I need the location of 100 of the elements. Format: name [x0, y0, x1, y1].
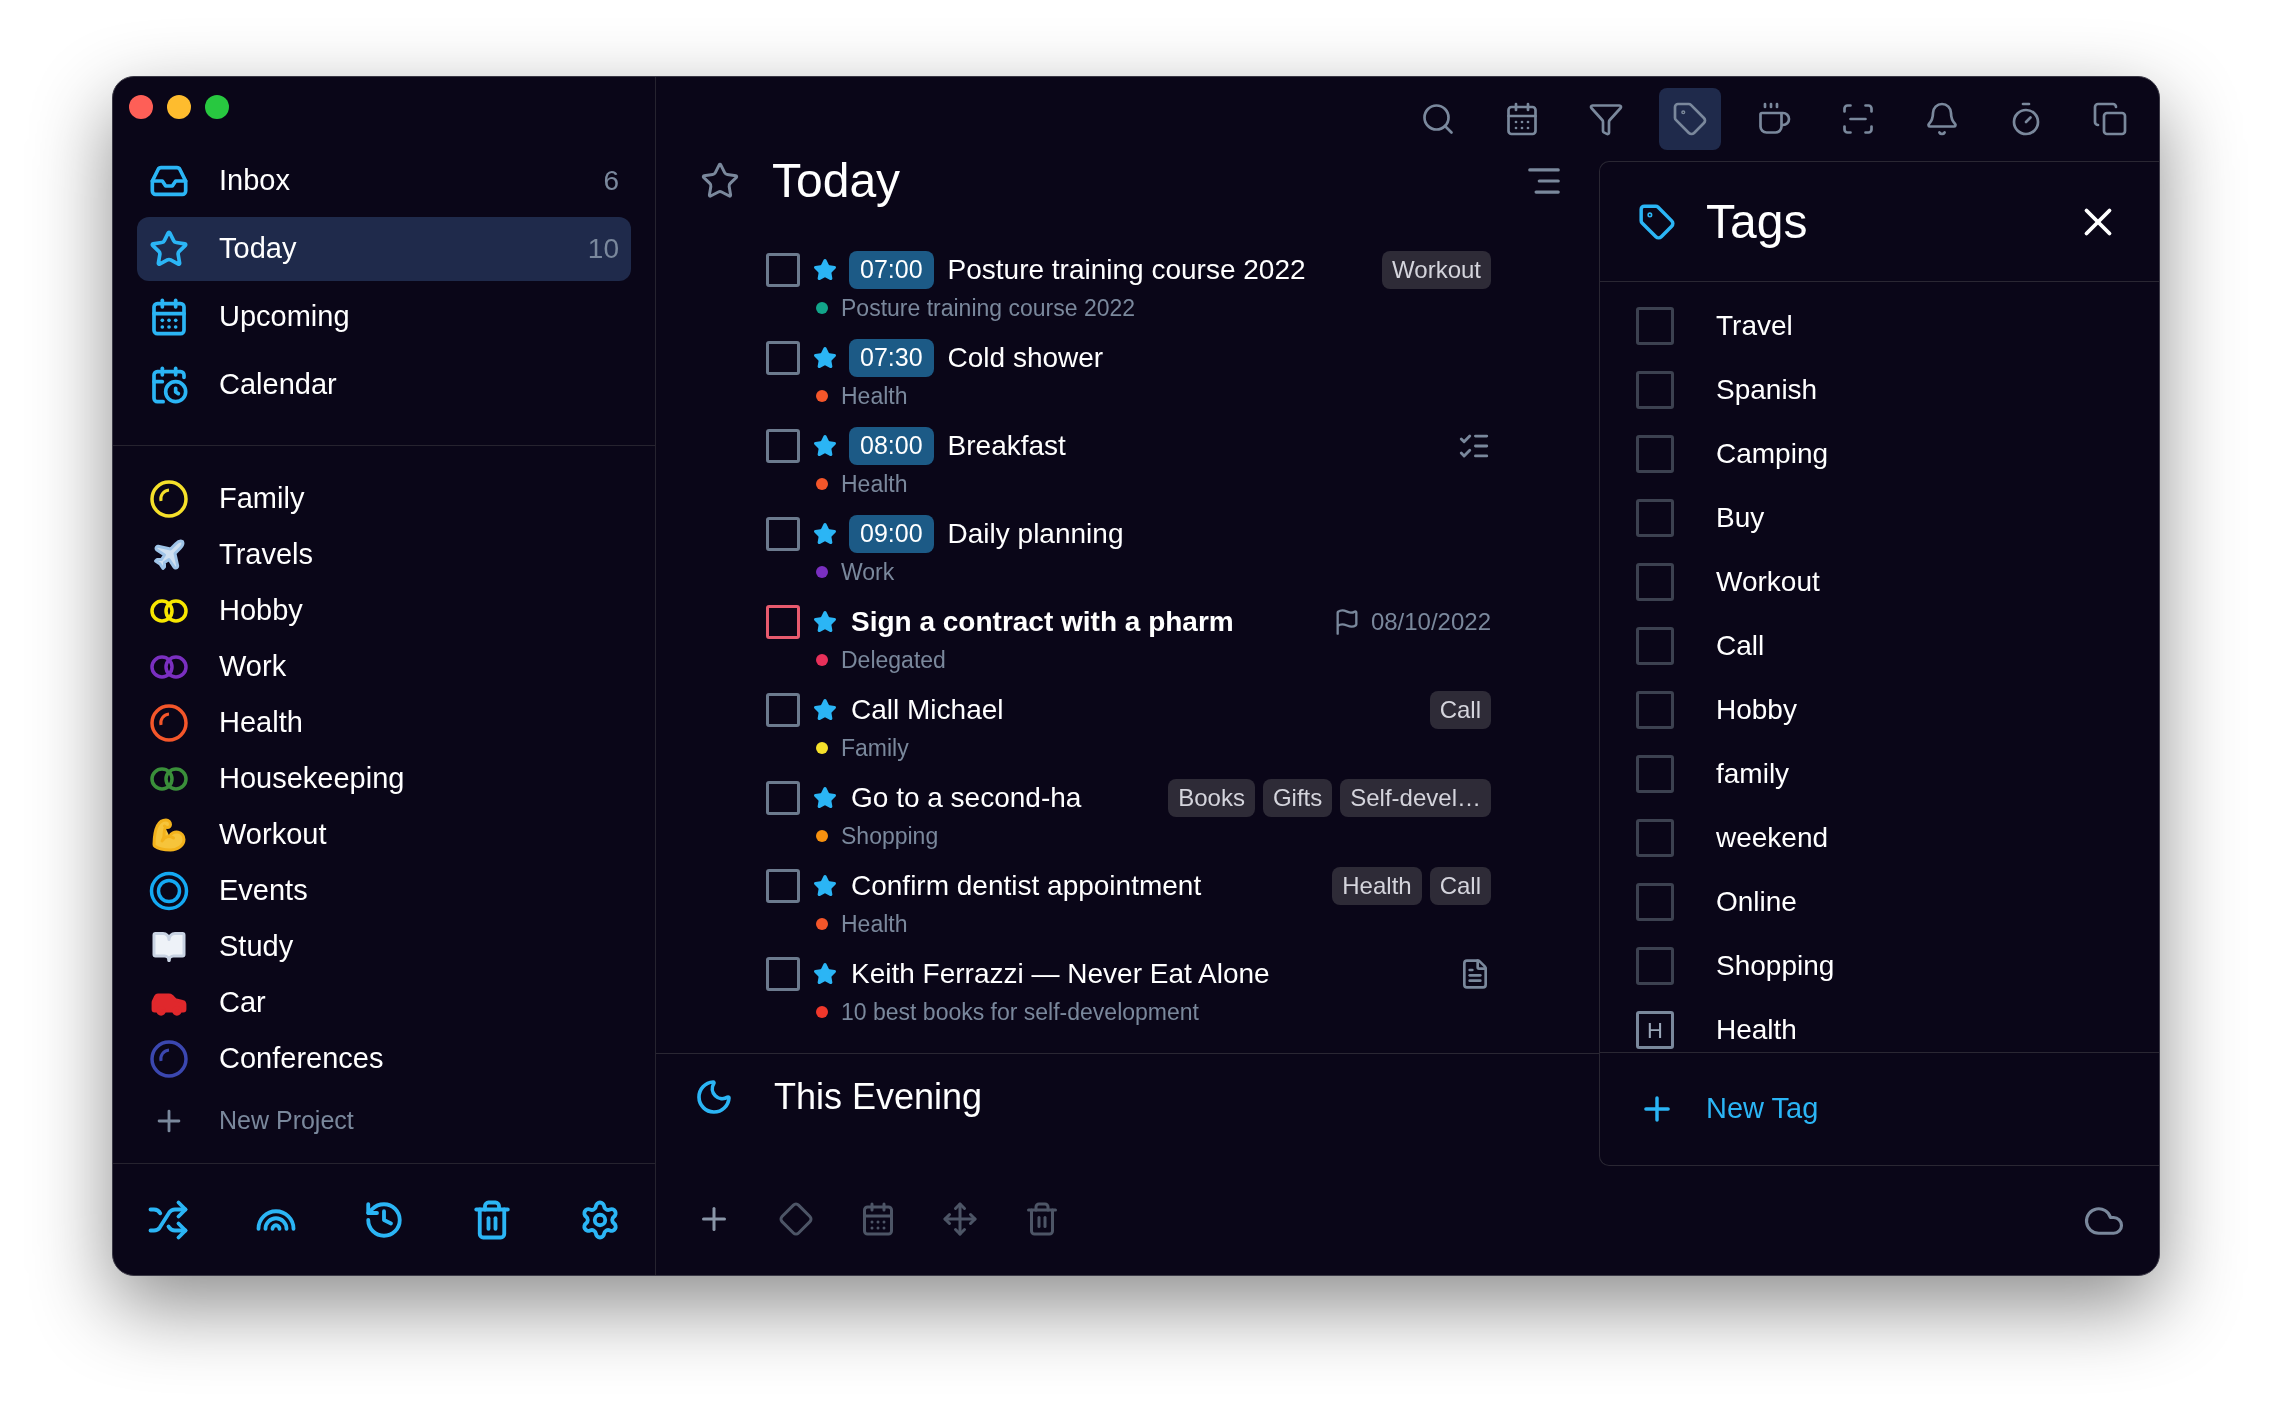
flexed-arm-icon [151, 817, 187, 853]
due-date: 08/10/2022 [1370, 607, 1491, 637]
tag-list-item[interactable]: Online [1636, 870, 2123, 934]
close-window-button[interactable] [129, 95, 153, 119]
time-badge: 07:30 [849, 339, 934, 377]
task-checkbox[interactable] [766, 869, 800, 903]
project-item[interactable]: Housekeeping [149, 751, 619, 807]
calendar-icon[interactable] [860, 1201, 896, 1237]
star-icon[interactable] [813, 786, 837, 810]
task-row[interactable]: 08:00 Breakfast Health [766, 417, 1491, 505]
tag-list-item[interactable]: Spanish [1636, 358, 2123, 422]
sidebar-item[interactable]: Inbox 6 [137, 149, 631, 213]
tag-list-item[interactable]: family [1636, 742, 2123, 806]
tag-checkbox[interactable] [1636, 819, 1674, 857]
tag-list-item[interactable]: Call [1636, 614, 2123, 678]
letter-badge: H [1636, 1011, 1674, 1049]
task-row[interactable]: 07:30 Cold shower Health [766, 329, 1491, 417]
bell-icon [1924, 101, 1960, 137]
tag-list-item[interactable]: Travel [1636, 294, 2123, 358]
star-icon[interactable] [813, 346, 837, 370]
project-item[interactable]: Workout [149, 807, 619, 863]
task-title: Keith Ferrazzi — Never Eat Alone [851, 957, 1271, 991]
tag-chip[interactable]: Call [1429, 867, 1491, 905]
tag-chip[interactable]: Self-devel… [1340, 779, 1491, 817]
task-project: Work [841, 557, 895, 587]
tag-checkbox[interactable] [1636, 691, 1674, 729]
project-label: Travels [219, 537, 313, 573]
tag-list-item[interactable]: weekend [1636, 806, 2123, 870]
tag-chip[interactable]: Books [1168, 779, 1255, 817]
task-row[interactable]: Confirm dentist appointment Health Call Health [766, 857, 1491, 945]
task-checkbox[interactable] [766, 517, 800, 551]
diamond-icon[interactable] [778, 1201, 814, 1237]
project-item[interactable]: Study [149, 919, 619, 975]
tag-list-item[interactable]: H Health [1636, 998, 2123, 1052]
project-item[interactable]: Travels [149, 527, 619, 583]
project-label: Car [219, 985, 266, 1021]
tag-chip[interactable]: Workout [1382, 251, 1491, 289]
star-icon[interactable] [813, 258, 837, 282]
minimize-window-button[interactable] [167, 95, 191, 119]
task-checkbox[interactable] [766, 605, 800, 639]
tag-checkbox[interactable] [1636, 435, 1674, 473]
task-checkbox[interactable] [766, 341, 800, 375]
task-title: Posture training course 2022 [947, 253, 1307, 287]
tag-list-item[interactable]: Workout [1636, 550, 2123, 614]
project-item[interactable]: Work [149, 639, 619, 695]
task-checkbox[interactable] [766, 957, 800, 991]
task-row[interactable]: Sign a contract with a pharm 08/10/2022 Delegated [766, 593, 1491, 681]
task-row[interactable]: Call Michael Call Family [766, 681, 1491, 769]
tag-chip[interactable]: Call [1429, 691, 1491, 729]
shuffle-icon[interactable] [147, 1198, 189, 1241]
tag-checkbox[interactable] [1636, 371, 1674, 409]
task-row[interactable]: Keith Ferrazzi — Never Eat Alone 10 best books for self-development [766, 945, 1491, 1033]
tag-chip[interactable]: Gifts [1262, 779, 1333, 817]
sidebar-item[interactable]: Calendar [137, 353, 631, 417]
tag-list-item[interactable]: Hobby [1636, 678, 2123, 742]
star-icon[interactable] [813, 874, 837, 898]
task-checkbox[interactable] [766, 253, 800, 287]
tag-label: Travel [1716, 309, 1793, 343]
task-row[interactable]: 07:00 Posture training course 2022 Workout Posture training course 2022 [766, 241, 1491, 329]
new-tag-button[interactable]: New Tag [1638, 1087, 1819, 1131]
copy-icon [2092, 101, 2128, 137]
tag-chip[interactable]: Health [1332, 867, 1422, 905]
tag-list-item[interactable]: Camping [1636, 422, 2123, 486]
task-checkbox[interactable] [766, 781, 800, 815]
settings-icon[interactable] [579, 1198, 621, 1241]
task-checkbox[interactable] [766, 429, 800, 463]
zoom-window-button[interactable] [205, 95, 229, 119]
project-item[interactable]: Car [149, 975, 619, 1031]
project-item[interactable]: Conferences [149, 1031, 619, 1087]
tag-checkbox[interactable] [1636, 307, 1674, 345]
sidebar-label: Upcoming [219, 299, 351, 335]
tag-label: Hobby [1716, 693, 1797, 727]
tag-list-item[interactable]: Buy [1636, 486, 2123, 550]
tag-checkbox[interactable] [1636, 627, 1674, 665]
star-icon[interactable] [813, 698, 837, 722]
new-project-button[interactable]: New Project [149, 1093, 619, 1149]
tag-checkbox[interactable] [1636, 755, 1674, 793]
tag-checkbox[interactable] [1636, 499, 1674, 537]
sidebar-item[interactable]: Today 10 [137, 217, 631, 281]
star-icon[interactable] [813, 610, 837, 634]
task-title: Daily planning [947, 517, 1125, 551]
tag-checkbox[interactable] [1636, 563, 1674, 601]
star-icon[interactable] [813, 962, 837, 986]
tag-checkbox[interactable] [1636, 947, 1674, 985]
tag-list-item[interactable]: Shopping [1636, 934, 2123, 998]
project-item[interactable]: Family [149, 471, 619, 527]
trash-icon[interactable] [471, 1198, 513, 1241]
task-row[interactable]: 09:00 Daily planning Work [766, 505, 1491, 593]
project-item[interactable]: Hobby [149, 583, 619, 639]
project-label: Work [219, 649, 287, 685]
task-checkbox[interactable] [766, 693, 800, 727]
star-icon[interactable] [813, 522, 837, 546]
move-arrows-icon[interactable] [942, 1201, 978, 1237]
tag-checkbox[interactable] [1636, 883, 1674, 921]
toolbar-button[interactable] [1659, 88, 1721, 150]
sidebar-item[interactable]: Upcoming [137, 285, 631, 349]
star-icon[interactable] [813, 434, 837, 458]
project-item[interactable]: Health [149, 695, 619, 751]
project-item[interactable]: Events [149, 863, 619, 919]
task-row[interactable]: Go to a second-ha Books Gifts Self-devel… Shopping [766, 769, 1491, 857]
